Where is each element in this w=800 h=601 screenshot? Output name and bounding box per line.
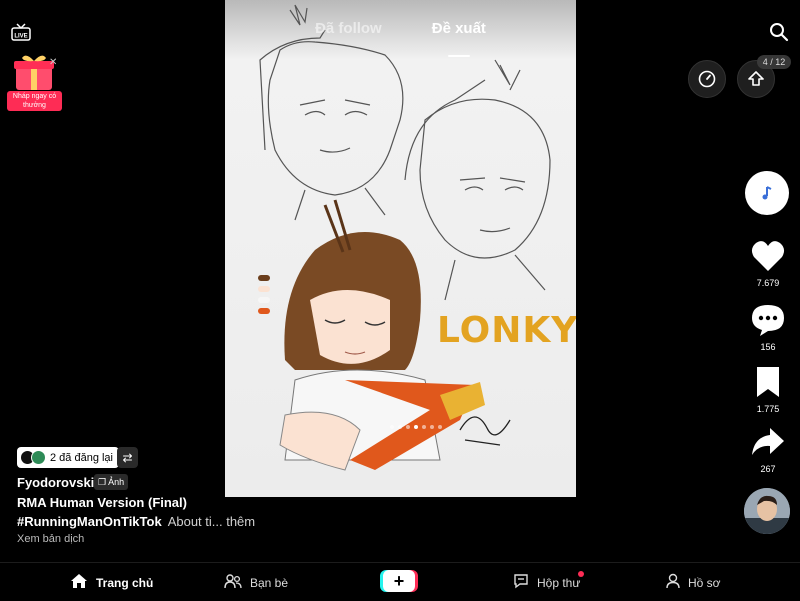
like-count: 7.679: [756, 278, 780, 288]
slide-indicator: [390, 425, 442, 429]
slide-dot[interactable]: [398, 425, 402, 429]
photo-badge-label: Ảnh: [108, 477, 125, 487]
slide-dot[interactable]: [422, 425, 426, 429]
repost-count-text: 2 đã đăng lại: [50, 451, 113, 464]
slide-counter: 4 / 12: [757, 55, 791, 69]
author-name[interactable]: Fyodorovski: [17, 475, 94, 490]
slide-dot[interactable]: [406, 425, 410, 429]
bookmark-icon: [740, 364, 796, 400]
notification-dot: [578, 571, 584, 577]
share-icon: [740, 424, 796, 460]
avatar[interactable]: [744, 488, 790, 534]
slide-dot[interactable]: [414, 425, 418, 429]
speedometer-icon[interactable]: [688, 60, 726, 98]
promo-label[interactable]: Nháp ngay có thưởng: [7, 91, 62, 111]
photo-badge: ❐ Ảnh: [94, 474, 129, 490]
slide-dot[interactable]: [438, 425, 442, 429]
nav-inbox-label: Hộp thư: [537, 575, 581, 590]
feed-tabs: Đã follow Đề xuất: [225, 20, 576, 50]
profile-icon: [666, 573, 680, 592]
music-icon[interactable]: [745, 171, 789, 215]
svg-text:LIVE: LIVE: [14, 34, 27, 40]
slide-dot[interactable]: [430, 425, 434, 429]
home-icon: [70, 573, 88, 592]
nav-friends-label: Bạn bè: [250, 575, 289, 590]
nav-home[interactable]: Trang chủ: [70, 573, 153, 592]
friends-icon: [224, 573, 242, 592]
heart-icon: [740, 238, 796, 274]
plus-icon: +: [383, 570, 415, 592]
comment-icon: [740, 302, 796, 338]
tab-for-you[interactable]: Đề xuất: [432, 20, 486, 50]
avatar: [31, 450, 46, 465]
save-count: 1.775: [756, 404, 780, 414]
share-button[interactable]: 267: [740, 424, 796, 474]
hashtag-link[interactable]: #RunningManOnTikTok: [17, 514, 162, 529]
caption-line: #RunningManOnTikTok About ti... thêm: [17, 514, 255, 529]
nav-profile[interactable]: Hồ sơ: [666, 573, 721, 592]
bottom-nav: Trang chủ Bạn bè + Hộp thư Hồ sơ: [0, 562, 800, 601]
repost-icon[interactable]: ⇄: [117, 447, 138, 468]
post-image[interactable]: LONKY: [225, 0, 576, 497]
post-caption: RMA Human Version (Final): [17, 495, 187, 510]
close-icon[interactable]: ✕: [49, 57, 57, 68]
nav-friends[interactable]: Bạn bè: [224, 573, 288, 592]
like-button[interactable]: 7.679: [740, 238, 796, 288]
live-icon[interactable]: LIVE: [10, 22, 32, 44]
comment-count: 156: [760, 342, 776, 352]
share-count: 267: [760, 464, 776, 474]
inbox-icon: [513, 573, 529, 592]
create-button[interactable]: +: [383, 570, 415, 592]
save-button[interactable]: 1.775: [740, 364, 796, 414]
comment-button[interactable]: 156: [740, 302, 796, 352]
nav-inbox[interactable]: Hộp thư: [513, 571, 584, 592]
photo-icon: ❐: [98, 476, 107, 487]
slide-dot[interactable]: [390, 425, 394, 429]
artwork-title: LONKY: [437, 310, 576, 351]
fan-art-illustration: [225, 0, 576, 497]
search-icon[interactable]: [769, 22, 789, 42]
repost-badge[interactable]: 2 đã đăng lại: [17, 447, 119, 468]
tab-following[interactable]: Đã follow: [315, 20, 382, 50]
see-more-link[interactable]: About ti... thêm: [168, 514, 255, 529]
nav-profile-label: Hồ sơ: [688, 575, 721, 590]
nav-home-label: Trang chủ: [96, 575, 154, 590]
translate-link[interactable]: Xem bản dịch: [17, 533, 84, 545]
